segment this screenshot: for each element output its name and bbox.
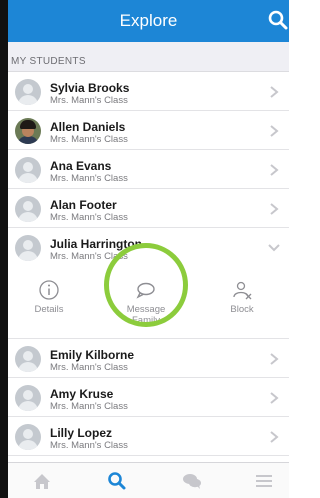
student-name: Allen Daniels [50, 120, 126, 134]
nav-header: Explore [8, 0, 289, 42]
chevron-right-icon [270, 353, 279, 365]
section-header: MY STUDENTS [8, 42, 289, 72]
chevron-right-icon [270, 203, 279, 215]
chevron-right-icon [270, 164, 279, 176]
student-row[interactable]: Allen Daniels Mrs. Mann's Class [8, 111, 289, 150]
student-row[interactable]: Lilly Lopez Mrs. Mann's Class [8, 417, 289, 456]
student-class: Mrs. Mann's Class [50, 95, 128, 106]
home-icon[interactable] [31, 471, 53, 491]
student-name: Lilly Lopez [50, 426, 113, 440]
student-class: Mrs. Mann's Class [50, 134, 128, 145]
student-row[interactable]: Ana Evans Mrs. Mann's Class [8, 150, 289, 189]
avatar-photo [15, 118, 41, 144]
student-name: Emily Kilborne [50, 348, 135, 362]
avatar [15, 346, 41, 372]
left-border [0, 0, 8, 498]
chevron-right-icon [270, 392, 279, 404]
menu-icon[interactable] [253, 471, 275, 491]
chat-bubble-icon [136, 282, 155, 299]
info-icon [39, 280, 59, 300]
student-class: Mrs. Mann's Class [50, 440, 128, 451]
message-label-line1: Message [126, 304, 166, 315]
search-icon[interactable] [267, 8, 289, 32]
student-row[interactable]: Amy Kruse Mrs. Mann's Class [8, 378, 289, 417]
details-label: Details [34, 304, 64, 315]
student-row-expanded[interactable]: Julia Harrington Mrs. Mann's Class [8, 228, 289, 267]
student-name: Sylvia Brooks [50, 81, 130, 95]
student-class: Mrs. Mann's Class [50, 212, 128, 223]
chevron-right-icon [270, 431, 279, 443]
student-class: Mrs. Mann's Class [50, 251, 128, 262]
student-actions-panel: Details Message Family Block [8, 267, 289, 339]
student-name: Julia Harrington [50, 237, 143, 251]
student-list: Sylvia Brooks Mrs. Mann's Class Allen Da… [8, 72, 289, 456]
section-label: MY STUDENTS [11, 56, 86, 67]
avatar [15, 424, 41, 450]
avatar [15, 79, 41, 105]
block-button[interactable]: Block [207, 279, 277, 315]
student-row[interactable]: Emily Kilborne Mrs. Mann's Class [8, 339, 289, 378]
search-icon[interactable] [106, 471, 128, 491]
details-button[interactable]: Details [14, 279, 84, 315]
avatar [15, 385, 41, 411]
chat-icon[interactable] [181, 471, 203, 491]
tab-bar [8, 462, 289, 498]
student-class: Mrs. Mann's Class [50, 401, 128, 412]
block-user-icon [233, 281, 252, 300]
page-title: Explore [119, 11, 178, 30]
student-row[interactable]: Sylvia Brooks Mrs. Mann's Class [8, 72, 289, 111]
student-name: Ana Evans [50, 159, 112, 173]
avatar [15, 196, 41, 222]
student-row[interactable]: Alan Footer Mrs. Mann's Class [8, 189, 289, 228]
message-family-button[interactable]: Message Family [111, 279, 181, 326]
message-label-line2: Family [132, 315, 160, 326]
app-frame: Explore MY STUDENTS Sylvia Brooks Mrs. M… [0, 0, 289, 498]
student-class: Mrs. Mann's Class [50, 173, 128, 184]
student-name: Amy Kruse [50, 387, 114, 401]
avatar [15, 235, 41, 261]
chevron-right-icon [270, 125, 279, 137]
block-label: Block [230, 304, 254, 315]
chevron-right-icon [270, 86, 279, 98]
student-name: Alan Footer [50, 198, 117, 212]
chevron-down-icon [268, 244, 280, 252]
student-class: Mrs. Mann's Class [50, 362, 128, 373]
phone-screen: Explore MY STUDENTS Sylvia Brooks Mrs. M… [8, 0, 289, 498]
avatar [15, 157, 41, 183]
